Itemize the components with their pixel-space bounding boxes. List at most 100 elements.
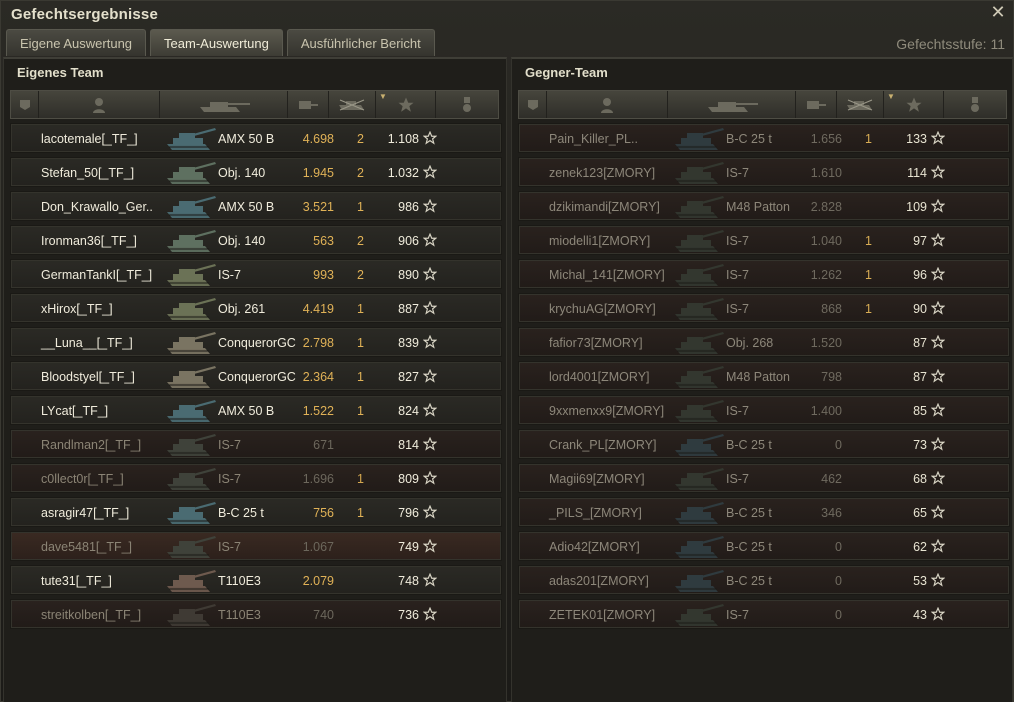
star-icon bbox=[422, 436, 438, 451]
table-row[interactable]: lord4001[ZMORY] M48 Patton 798 87 bbox=[518, 361, 1010, 391]
table-row[interactable]: ZETEK01[ZMORY] IS-7 0 43 bbox=[518, 599, 1010, 629]
kills-value: 1 bbox=[865, 132, 872, 146]
tank-name: B-C 25 t bbox=[726, 540, 772, 554]
damage-column-header[interactable] bbox=[796, 91, 837, 118]
xp-value: 65 bbox=[913, 506, 927, 520]
table-row[interactable]: Bloodstyel[_TF_] ConquerorGC 2.364 1 827 bbox=[10, 361, 502, 391]
table-row[interactable]: Adio42[ZMORY] B-C 25 t 0 62 bbox=[518, 531, 1010, 561]
kills-value: 1 bbox=[357, 472, 364, 486]
tank-icon bbox=[196, 97, 252, 113]
tab-own-evaluation[interactable]: Eigene Auswertung bbox=[6, 29, 147, 56]
tank-name: IS-7 bbox=[726, 166, 749, 180]
table-row[interactable]: Randlman2[_TF_] IS-7 671 814 bbox=[10, 429, 502, 459]
xp-value: 62 bbox=[913, 540, 927, 554]
table-row[interactable]: dave5481[_TF_] IS-7 1.067 749 bbox=[10, 531, 502, 561]
xp-column-header[interactable]: ▼ bbox=[884, 91, 944, 118]
player-name: 9xxmenxx9[ZMORY] bbox=[549, 404, 665, 418]
xp-value: 809 bbox=[398, 472, 419, 486]
player-name: ZETEK01[ZMORY] bbox=[549, 608, 656, 622]
table-row[interactable]: 9xxmenxx9[ZMORY] IS-7 1.400 85 bbox=[518, 395, 1010, 425]
table-row[interactable]: Don_Krawallo_Ger.. AMX 50 B 3.521 1 986 bbox=[10, 191, 502, 221]
tab-detailed-report[interactable]: Ausführlicher Bericht bbox=[286, 29, 435, 56]
kills-column-header[interactable] bbox=[837, 91, 884, 118]
table-row[interactable]: streitkolben[_TF_] T110E3 740 736 bbox=[10, 599, 502, 629]
star-icon bbox=[930, 266, 946, 281]
damage-value: 3.521 bbox=[302, 200, 334, 214]
xp-star-icon bbox=[905, 96, 923, 114]
table-row[interactable]: xHirox[_TF_] Obj. 261 4.419 1 887 bbox=[10, 293, 502, 323]
tank-column-header[interactable] bbox=[668, 91, 796, 118]
table-row[interactable]: __Luna__[_TF_] ConquerorGC 2.798 1 839 bbox=[10, 327, 502, 357]
tank-name: T110E3 bbox=[218, 608, 261, 622]
tank-icon bbox=[671, 160, 727, 186]
player-name: dave5481[_TF_] bbox=[41, 540, 133, 554]
xp-column-header[interactable]: ▼ bbox=[376, 91, 436, 118]
kills-value: 1 bbox=[357, 506, 364, 520]
close-icon[interactable]: ✕ bbox=[989, 2, 1007, 23]
table-row[interactable]: tute31[_TF_] T110E3 2.079 748 bbox=[10, 565, 502, 595]
tank-icon bbox=[163, 194, 219, 220]
damage-value: 0 bbox=[835, 608, 842, 622]
damage-value: 740 bbox=[313, 608, 334, 622]
tank-icon bbox=[163, 330, 219, 356]
table-row[interactable]: fafior73[ZMORY] Obj. 268 1.520 87 bbox=[518, 327, 1010, 357]
table-row[interactable]: miodelli1[ZMORY] IS-7 1.040 1 97 bbox=[518, 225, 1010, 255]
player-name: Don_Krawallo_Ger.. bbox=[41, 200, 153, 214]
table-row[interactable]: lacotemale[_TF_] AMX 50 B 4.698 2 1.108 bbox=[10, 123, 502, 153]
table-row[interactable]: asragir47[_TF_] B-C 25 t 756 1 796 bbox=[10, 497, 502, 527]
tank-icon bbox=[671, 296, 727, 322]
table-row[interactable]: Pain_Killer_PL.. B-C 25 t 1.656 1 133 bbox=[518, 123, 1010, 153]
table-row[interactable]: Michal_141[ZMORY] IS-7 1.262 1 96 bbox=[518, 259, 1010, 289]
medal-column-header[interactable] bbox=[436, 91, 498, 118]
star-icon bbox=[422, 232, 438, 247]
table-row[interactable]: zenek123[ZMORY] IS-7 1.610 114 bbox=[518, 157, 1010, 187]
tab-team-evaluation[interactable]: Team-Auswertung bbox=[150, 29, 283, 56]
star-icon bbox=[930, 130, 946, 145]
tank-icon bbox=[163, 398, 219, 424]
player-name: Randlman2[_TF_] bbox=[41, 438, 142, 452]
kills-value: 1 bbox=[357, 200, 364, 214]
table-row[interactable]: Stefan_50[_TF_] Obj. 140 1.945 2 1.032 bbox=[10, 157, 502, 187]
enemy-team-header: ▼ bbox=[518, 90, 1007, 119]
table-row[interactable]: Ironman36[_TF_] Obj. 140 563 2 906 bbox=[10, 225, 502, 255]
damage-value: 671 bbox=[313, 438, 334, 452]
tank-column-header[interactable] bbox=[160, 91, 288, 118]
table-row[interactable]: Magii69[ZMORY] IS-7 462 68 bbox=[518, 463, 1010, 493]
star-icon bbox=[422, 266, 438, 281]
squad-column-header[interactable] bbox=[11, 91, 39, 118]
player-column-header[interactable] bbox=[39, 91, 160, 118]
player-name: Adio42[ZMORY] bbox=[549, 540, 640, 554]
table-row[interactable]: krychuAG[ZMORY] IS-7 868 1 90 bbox=[518, 293, 1010, 323]
tank-icon bbox=[671, 500, 727, 526]
damage-value: 563 bbox=[313, 234, 334, 248]
table-row[interactable]: dzikimandi[ZMORY] M48 Patton 2.828 109 bbox=[518, 191, 1010, 221]
tank-icon bbox=[671, 432, 727, 458]
medal-icon bbox=[970, 96, 980, 113]
table-row[interactable]: adas201[ZMORY] B-C 25 t 0 53 bbox=[518, 565, 1010, 595]
enemy-team-list: Pain_Killer_PL.. B-C 25 t 1.656 1 133 zenek12… bbox=[518, 123, 1010, 633]
table-row[interactable]: c0llect0r[_TF_] IS-7 1.696 1 809 bbox=[10, 463, 502, 493]
medal-column-header[interactable] bbox=[944, 91, 1006, 118]
own-team-panel: Eigenes Team ▼ lacotemale[_TF_] AMX 50 B 4… bbox=[3, 57, 507, 702]
kills-column-header[interactable] bbox=[329, 91, 376, 118]
table-row[interactable]: _PILS_[ZMORY] B-C 25 t 346 65 bbox=[518, 497, 1010, 527]
star-icon bbox=[930, 368, 946, 383]
damage-value: 1.520 bbox=[810, 336, 842, 350]
table-row[interactable]: LYcat[_TF_] AMX 50 B 1.522 1 824 bbox=[10, 395, 502, 425]
table-row[interactable]: Crank_PL[ZMORY] B-C 25 t 0 73 bbox=[518, 429, 1010, 459]
kills-value: 1 bbox=[357, 404, 364, 418]
table-row[interactable]: GermanTankI[_TF_] IS-7 993 2 890 bbox=[10, 259, 502, 289]
squad-column-header[interactable] bbox=[519, 91, 547, 118]
damage-column-header[interactable] bbox=[288, 91, 329, 118]
star-icon bbox=[422, 198, 438, 213]
tank-icon bbox=[671, 228, 727, 254]
tank-name: M48 Patton bbox=[726, 370, 790, 384]
tank-icon bbox=[671, 330, 727, 356]
player-column-header[interactable] bbox=[547, 91, 668, 118]
xp-value: 890 bbox=[398, 268, 419, 282]
own-team-title: Eigenes Team bbox=[17, 65, 104, 80]
player-name: Pain_Killer_PL.. bbox=[549, 132, 638, 146]
kills-value bbox=[849, 566, 872, 596]
sort-indicator-icon: ▼ bbox=[887, 92, 895, 101]
xp-value: 53 bbox=[913, 574, 927, 588]
